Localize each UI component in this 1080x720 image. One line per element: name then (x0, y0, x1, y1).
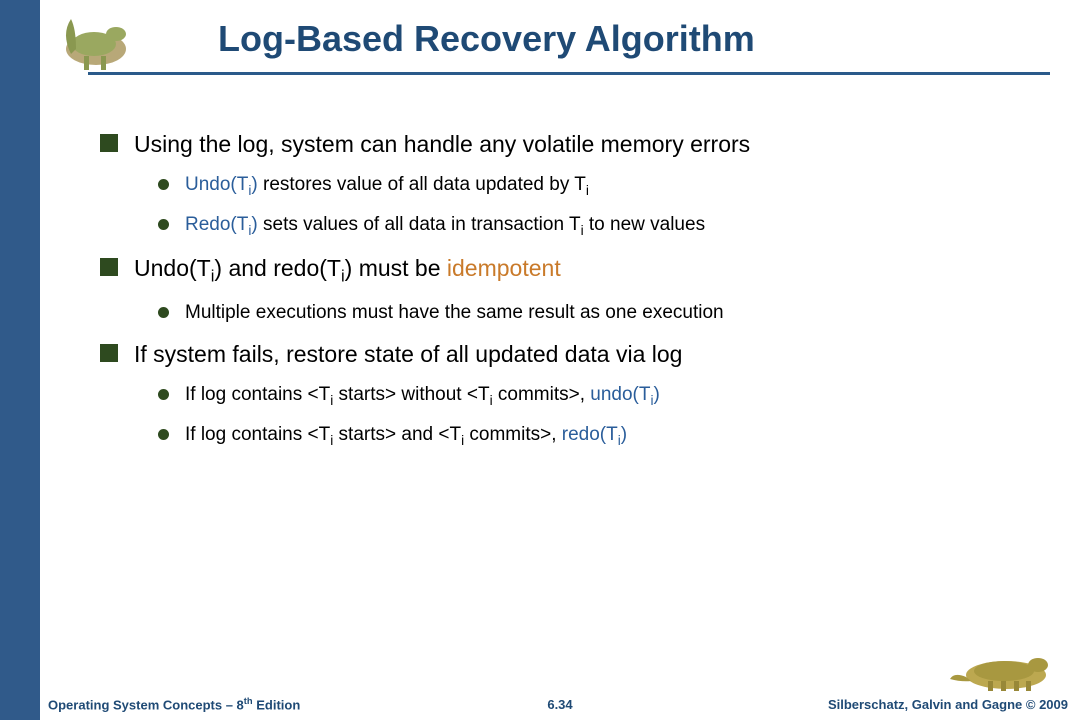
bullet-level2: Multiple executions must have the same r… (158, 301, 1040, 326)
square-bullet-icon (100, 134, 118, 152)
footer: Operating System Concepts – 8th Edition … (40, 660, 1080, 720)
title-underline (88, 72, 1050, 75)
bullet-level2: If log contains <Ti starts> without <Ti … (158, 383, 1040, 410)
circle-bullet-icon (158, 307, 169, 318)
footer-right: Silberschatz, Galvin and Gagne © 2009 (828, 697, 1068, 712)
dinosaur-top-icon (46, 4, 146, 74)
bullet-level1: If system fails, restore state of all up… (100, 340, 1040, 450)
bullet-level1-text: Undo(Ti) and redo(Ti) must be idempotent (134, 254, 561, 287)
bullet-level2-text: Undo(Ti) restores value of all data upda… (185, 173, 589, 200)
bullet-level2: Redo(Ti) sets values of all data in tran… (158, 213, 1040, 240)
bullet-level1-text: Using the log, system can handle any vol… (134, 130, 750, 159)
bullet-level1: Undo(Ti) and redo(Ti) must be idempotent… (100, 254, 1040, 326)
bullet-level2-text: If log contains <Ti starts> and <Ti comm… (185, 423, 627, 450)
slide-content: Using the log, system can handle any vol… (100, 130, 1040, 464)
dinosaur-bottom-icon (946, 637, 1066, 692)
bullet-level1-text: If system fails, restore state of all up… (134, 340, 682, 369)
circle-bullet-icon (158, 429, 169, 440)
circle-bullet-icon (158, 389, 169, 400)
circle-bullet-icon (158, 219, 169, 230)
square-bullet-icon (100, 344, 118, 362)
bullet-level2-text: Multiple executions must have the same r… (185, 301, 724, 326)
slide-title: Log-Based Recovery Algorithm (218, 18, 755, 60)
left-sidebar (0, 0, 40, 720)
bullet-level2: Undo(Ti) restores value of all data upda… (158, 173, 1040, 200)
bullet-level2-text: Redo(Ti) sets values of all data in tran… (185, 213, 705, 240)
square-bullet-icon (100, 258, 118, 276)
header: Log-Based Recovery Algorithm (40, 0, 1080, 90)
circle-bullet-icon (158, 179, 169, 190)
bullet-level1: Using the log, system can handle any vol… (100, 130, 1040, 240)
bullet-level2-text: If log contains <Ti starts> without <Ti … (185, 383, 660, 410)
bullet-level2: If log contains <Ti starts> and <Ti comm… (158, 423, 1040, 450)
